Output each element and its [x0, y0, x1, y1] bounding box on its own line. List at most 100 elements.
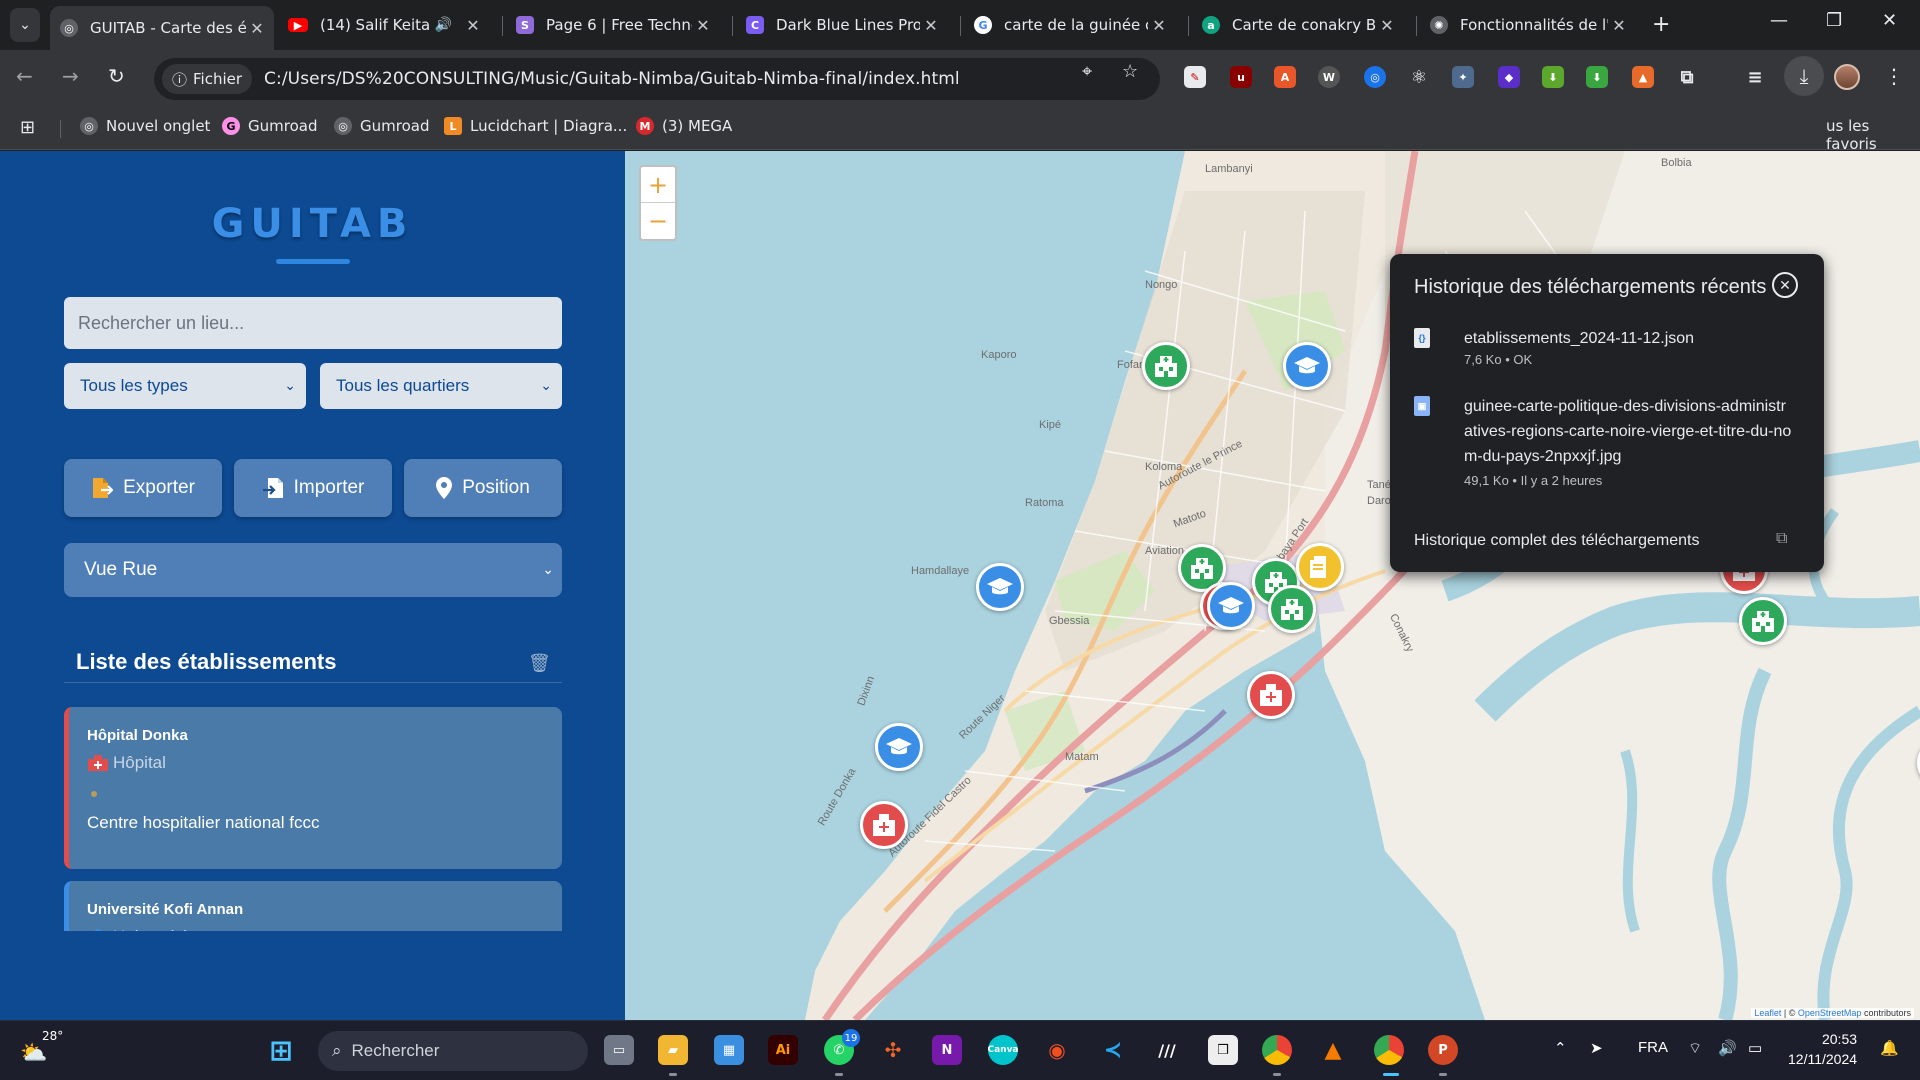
vscode-icon[interactable]: ≺ [1098, 1035, 1128, 1065]
university-marker[interactable] [976, 563, 1024, 611]
url-text[interactable]: C:/Users/DS%20CONSULTING/Music/Guitab-Ni… [264, 69, 960, 89]
back-icon[interactable]: ← [16, 64, 33, 88]
close-tab-icon[interactable]: ✕ [920, 16, 942, 35]
hospital-marker[interactable] [860, 801, 908, 849]
powerpoint-icon[interactable]: P [1428, 1035, 1458, 1065]
address-bar[interactable]: ⓘ Fichier C:/Users/DS%20CONSULTING/Music… [154, 58, 1160, 100]
leaflet-link[interactable]: Leaflet [1754, 1008, 1781, 1018]
close-tab-icon[interactable]: ✕ [1376, 16, 1398, 35]
speaker-icon[interactable]: 🔊 [435, 17, 452, 33]
map-view-select[interactable]: Vue Rue ⌄ [64, 543, 562, 597]
full-download-history-link[interactable]: Historique complet des téléchargements [1414, 532, 1699, 550]
download-green-2-icon[interactable]: ⬇ [1586, 66, 1608, 88]
extension-orange-icon[interactable]: A [1274, 66, 1296, 88]
chrome-active-icon[interactable] [1374, 1035, 1404, 1065]
zoom-in-button[interactable]: + [641, 167, 675, 203]
bookmark-gumroad-2[interactable]: ◎ Gumroad [334, 117, 429, 135]
reload-icon[interactable]: ↻ [108, 64, 125, 88]
extension-tool-icon[interactable]: ✦ [1452, 66, 1474, 88]
extensions-puzzle-icon[interactable]: ⧉ [1676, 66, 1698, 88]
trash-icon[interactable]: 🗑 [528, 653, 551, 674]
canva-app-icon[interactable]: Canva [987, 1035, 1019, 1065]
restore-icon[interactable]: ❐ [1826, 10, 1842, 31]
extension-pen-icon[interactable]: ✎ [1184, 66, 1206, 88]
minimize-icon[interactable]: — [1770, 10, 1788, 31]
export-button[interactable]: Exporter [64, 459, 222, 517]
tab-technology[interactable]: S Page 6 | Free Technol ✕ [506, 6, 720, 44]
battery-icon[interactable]: ▭ [1748, 1039, 1762, 1057]
location-pin-icon[interactable]: ⌖ [1082, 61, 1092, 82]
volume-icon[interactable]: 🔊 [1718, 1039, 1737, 1057]
close-tab-icon[interactable]: ✕ [246, 19, 268, 38]
download-item[interactable]: ▣ guinee-carte-politique-des-divisions-a… [1414, 394, 1804, 490]
tab-openai[interactable]: ✺ Fonctionnalités de l'a ✕ [1420, 6, 1636, 44]
close-tab-icon[interactable]: ✕ [462, 16, 484, 35]
clinic-marker[interactable] [1268, 585, 1316, 633]
import-button[interactable]: Importer [234, 459, 392, 517]
notification-bell-icon[interactable]: 🔔 [1880, 1039, 1899, 1057]
tab-google[interactable]: G carte de la guinée co ✕ [964, 6, 1176, 44]
bookmark-gumroad[interactable]: G Gumroad [222, 117, 317, 135]
tab-guitab[interactable]: ◎ GUITAB - Carte des é ✕ [50, 6, 274, 50]
close-window-icon[interactable]: ✕ [1882, 10, 1897, 31]
search-input[interactable] [64, 297, 562, 349]
app-box-icon[interactable]: ❒ [1208, 1035, 1238, 1065]
forward-icon[interactable]: → [62, 64, 79, 88]
external-link-icon[interactable]: ⧉ [1776, 530, 1787, 548]
bookmark-star-icon[interactable]: ☆ [1122, 61, 1138, 82]
extension-purple-icon[interactable]: ◆ [1498, 66, 1520, 88]
ublock-icon[interactable]: u [1230, 66, 1252, 88]
tab-youtube[interactable]: ▶ (14) Salif Keita ch 🔊 ✕ [278, 6, 490, 44]
type-filter-select[interactable]: Tous les types ⌄ [64, 363, 306, 409]
language-indicator[interactable]: FRA [1638, 1039, 1668, 1056]
atom-icon[interactable]: ⚛ [1408, 66, 1430, 88]
new-tab-icon[interactable]: + [1652, 12, 1670, 37]
windows-start-icon[interactable]: ⊞ [266, 1034, 296, 1067]
file-explorer-icon[interactable]: ▰ [658, 1035, 688, 1065]
task-view-icon[interactable]: ▭ [604, 1035, 634, 1065]
profile-avatar[interactable] [1834, 64, 1860, 90]
close-tab-icon[interactable]: ✕ [692, 16, 714, 35]
university-marker[interactable] [875, 723, 923, 771]
app-m-icon[interactable]: /// [1152, 1035, 1182, 1065]
university-marker[interactable] [1283, 342, 1331, 390]
bookmark-lucidchart[interactable]: L Lucidchart | Diagra... [444, 117, 627, 135]
clinic-marker[interactable] [1142, 342, 1190, 390]
apps-grid-icon[interactable]: ⊞ [20, 117, 35, 138]
district-filter-select[interactable]: Tous les quartiers ⌄ [320, 363, 562, 409]
microsoft-store-icon[interactable]: ▦ [714, 1035, 744, 1065]
media-controls-icon[interactable]: ≡ [1744, 66, 1766, 88]
illustrator-icon[interactable]: Ai [768, 1035, 798, 1065]
tab-conakry-map[interactable]: a Carte de conakry Bar ✕ [1192, 6, 1404, 44]
figma-icon[interactable]: ◉ [1042, 1035, 1072, 1065]
tab-canva[interactable]: C Dark Blue Lines Proje ✕ [736, 6, 948, 44]
site-info-chip[interactable]: ⓘ Fichier [162, 64, 253, 94]
vlc-icon[interactable]: ▲ [1318, 1035, 1348, 1065]
taskbar-search[interactable]: ⌕ Rechercher [318, 1031, 588, 1071]
taskbar-clock[interactable]: 20:53 12/11/2024 [1788, 1029, 1857, 1069]
download-green-icon[interactable]: ⬇ [1542, 66, 1564, 88]
school-marker[interactable] [1296, 543, 1344, 591]
osm-link[interactable]: OpenStreetMap [1798, 1008, 1862, 1018]
bookmark-mega[interactable]: M (3) MEGA [636, 117, 732, 135]
bookmark-nouvel-onglet[interactable]: ◎ Nouvel onglet [80, 117, 210, 135]
onenote-icon[interactable]: N [932, 1035, 962, 1065]
university-marker[interactable] [1207, 582, 1255, 630]
hospital-marker[interactable] [1247, 671, 1295, 719]
chrome-profile-icon[interactable] [1262, 1035, 1292, 1065]
all-bookmarks-link[interactable]: us les favoris [1826, 117, 1920, 153]
extension-blue-icon[interactable]: ◎ [1364, 66, 1386, 88]
location-arrow-icon[interactable]: ➤ [1590, 1039, 1603, 1057]
close-tab-icon[interactable]: ✕ [1148, 16, 1170, 35]
close-popup-icon[interactable]: ✕ [1772, 272, 1798, 298]
extension-flame-icon[interactable]: ▲ [1632, 66, 1654, 88]
wordpress-icon[interactable]: W [1318, 66, 1340, 88]
tab-search-chevron-icon[interactable]: ⌄ [10, 8, 40, 42]
tray-chevron-icon[interactable]: ⌃ [1554, 1039, 1567, 1057]
zoom-out-button[interactable]: − [641, 203, 675, 239]
app-orange-icon[interactable]: ✣ [878, 1035, 908, 1065]
establishment-card[interactable]: Université Kofi Annan Université [64, 881, 562, 931]
wifi-icon[interactable]: ⌔ [1688, 1039, 1702, 1058]
position-button[interactable]: Position [404, 459, 562, 517]
clinic-marker[interactable] [1739, 597, 1787, 645]
